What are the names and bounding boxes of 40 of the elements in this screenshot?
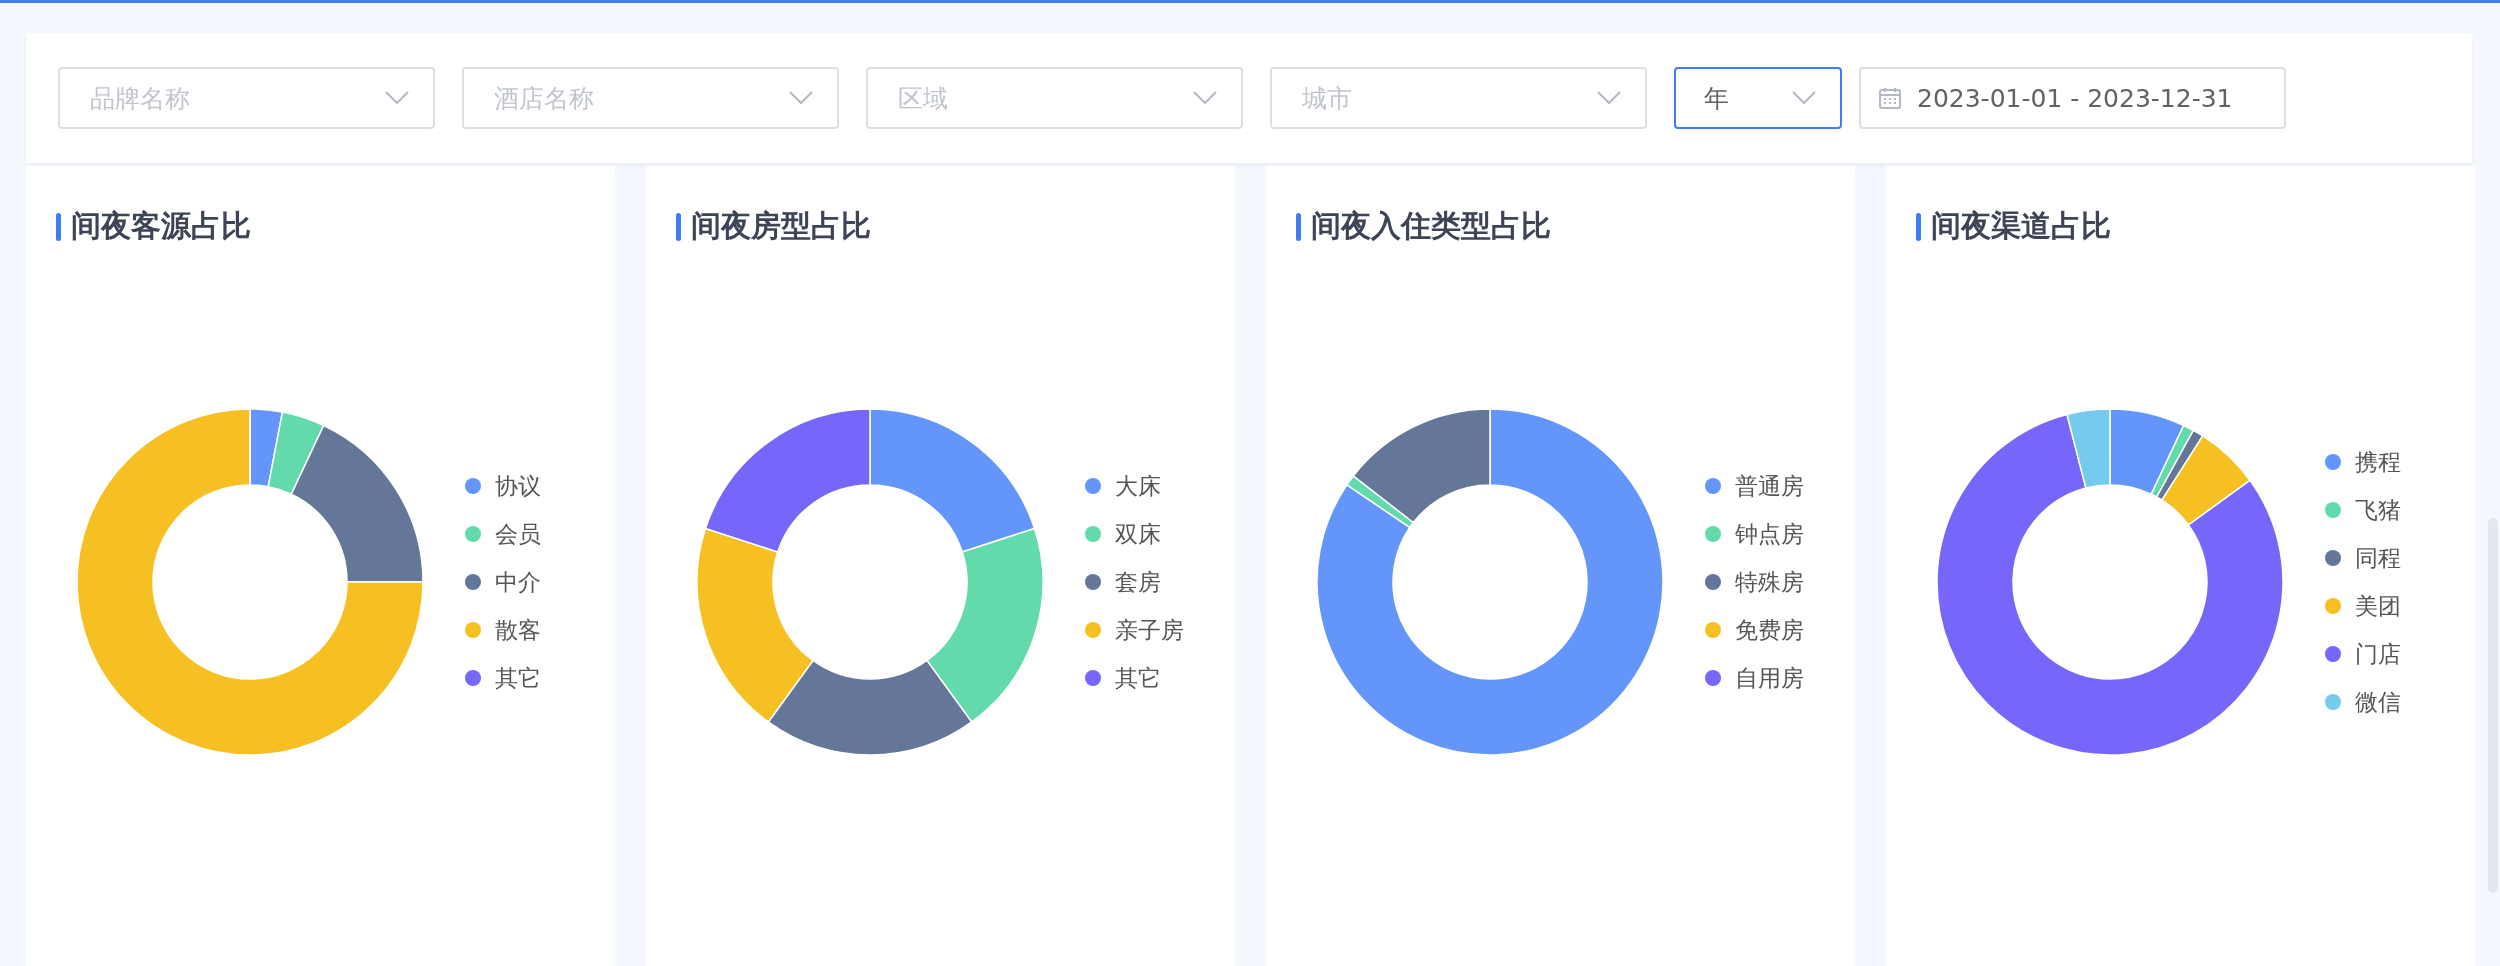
legend-label[interactable]: 散客 [495,615,541,645]
legend-label[interactable]: 携程 [2355,447,2401,477]
title-accent-bar [1916,212,1921,241]
card-title: 间夜入住类型占比 [1311,207,1551,245]
legend-label[interactable]: 亲子房 [1115,615,1184,645]
legend-label[interactable]: 特殊房 [1735,567,1804,597]
select-field[interactable]: 品牌名称 [58,67,435,129]
chevron-down-icon [1597,91,1621,105]
date-range-field[interactable]: 2023-01-01 - 2023-12-31 [1859,67,2286,129]
legend-label[interactable]: 其它 [1115,663,1161,693]
legend-label[interactable]: 中介 [495,567,541,597]
legend-label[interactable]: 微信 [2355,687,2401,717]
legend-label[interactable]: 飞猪 [2355,495,2401,525]
title-accent-bar [1296,212,1301,241]
legend-label[interactable]: 协议 [495,471,541,501]
select-field[interactable]: 城市 [1270,67,1647,129]
legend-label[interactable]: 门店 [2355,639,2401,669]
chevron-down-icon [385,91,409,105]
card-title: 间夜客源占比 [71,207,251,245]
legend-label[interactable]: 自用房 [1735,663,1804,693]
chevron-down-icon [789,91,813,105]
legend-label[interactable]: 同程 [2355,543,2401,573]
chevron-down-icon [1193,91,1217,105]
legend-label[interactable]: 钟点房 [1735,519,1804,549]
legend-label[interactable]: 美团 [2355,591,2401,621]
select-field[interactable]: 区域 [866,67,1243,129]
legend-label[interactable]: 其它 [495,663,541,693]
title-accent-bar [56,212,61,241]
legend-label[interactable]: 会员 [495,519,541,549]
legend-label[interactable]: 普通房 [1735,471,1804,501]
chevron-down-icon [1792,91,1816,105]
legend-label[interactable]: 大床 [1115,471,1161,501]
select-field[interactable]: 酒店名称 [462,67,839,129]
legend-label[interactable]: 双床 [1115,519,1161,549]
title-accent-bar [676,212,681,241]
legend-label[interactable]: 免费房 [1735,615,1804,645]
card-title: 间夜房型占比 [691,207,871,245]
legend-label[interactable]: 套房 [1115,567,1161,597]
card-title: 间夜渠道占比 [1931,207,2111,245]
select-field[interactable]: 年 [1674,67,1842,129]
